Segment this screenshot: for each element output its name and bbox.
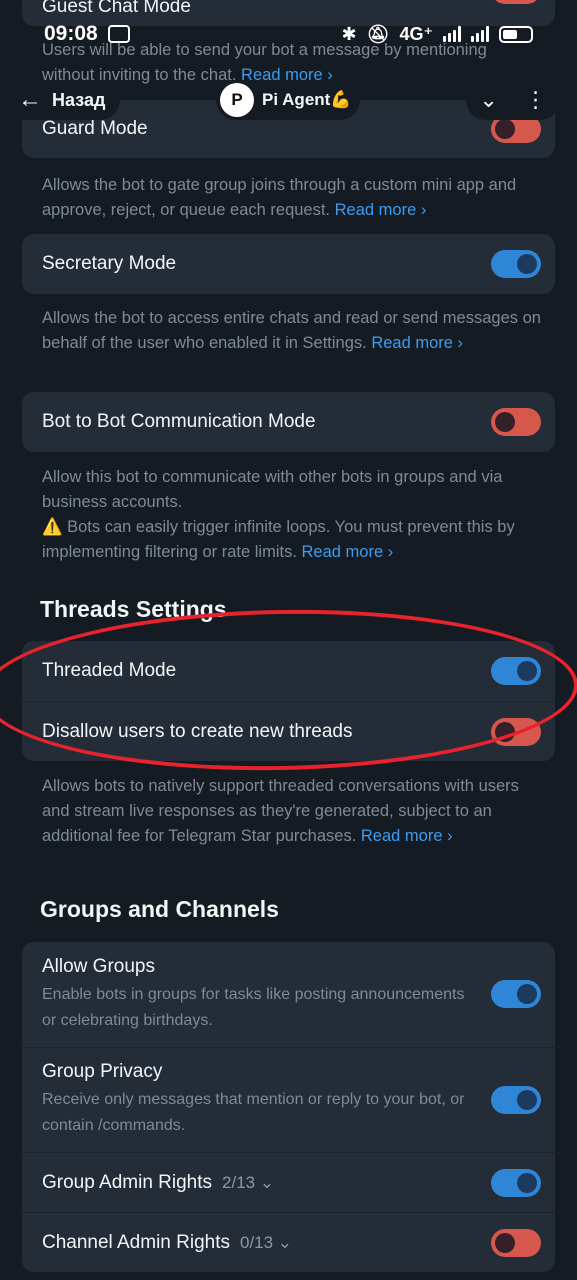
bot-to-bot-row[interactable]: Bot to Bot Communication Mode [22,392,555,452]
bot-title-pill[interactable]: P Pi Agent💪 [216,80,360,120]
status-bar: 09:08 ✱ 🔕︎ 4G⁺ [0,16,577,52]
bluetooth-icon: ✱ [341,23,357,44]
allow-groups-label: Allow Groups [42,955,155,977]
read-more-link[interactable]: Read more › [302,543,394,561]
group-admin-rights-count[interactable]: 2/13 ⌄ [222,1173,274,1193]
group-admin-rights-row[interactable]: Group Admin Rights 2/13 ⌄ [22,1152,555,1212]
battery-icon [499,25,533,43]
channel-admin-rights-toggle[interactable] [491,1229,541,1257]
channel-admin-rights-count[interactable]: 0/13 ⌄ [240,1233,292,1253]
groups-section-title: Groups and Channels [40,896,279,922]
allow-groups-toggle[interactable] [491,980,541,1008]
bot-to-bot-toggle[interactable] [491,408,541,436]
secretary-mode-label: Secretary Mode [42,253,177,274]
arrow-left-icon: ← [18,86,42,113]
allow-groups-sub: Enable bots in groups for tasks like pos… [42,985,465,1029]
signal-icon-2 [471,26,489,42]
threads-description: Allows bots to natively support threaded… [42,777,519,845]
signal-icon [443,26,461,42]
read-more-link[interactable]: Read more › [371,334,463,352]
notification-icon [107,25,130,43]
back-button[interactable]: ← Назад [8,80,120,120]
read-more-link[interactable]: Read more › [361,827,453,845]
group-privacy-sub: Receive only messages that mention or re… [42,1091,465,1134]
more-vert-icon[interactable]: ⋮ [525,87,547,113]
groups-card: Allow Groups Enable bots in groups for t… [22,942,555,1272]
secretary-mode-toggle[interactable] [491,250,541,278]
channel-admin-rights-row[interactable]: Channel Admin Rights 0/13 ⌄ [22,1212,555,1272]
group-privacy-row[interactable]: Group Privacy Receive only messages that… [22,1047,555,1152]
bot-logo-icon: P [220,83,254,117]
group-privacy-label: Group Privacy [42,1061,163,1082]
guard-mode-label: Guard Mode [42,118,148,139]
guest-chat-toggle[interactable] [491,0,541,4]
channel-admin-rights-label: Channel Admin Rights [42,1231,230,1253]
group-admin-rights-toggle[interactable] [491,1169,541,1197]
bot-to-bot-card: Bot to Bot Communication Mode [22,392,555,452]
bot-to-bot-label: Bot to Bot Communication Mode [42,411,316,432]
group-privacy-toggle[interactable] [491,1086,541,1114]
secretary-mode-row[interactable]: Secretary Mode [22,234,555,294]
bot-settings-screen: Guest Chat Mode Users will be able to se… [0,0,577,1280]
mute-icon: 🔕︎ [366,23,390,44]
guard-mode-description: Allows the bot to gate group joins throu… [42,176,517,219]
group-admin-rights-label: Group Admin Rights [42,1171,213,1193]
read-more-link[interactable]: Read more › [335,201,427,219]
warning-text: ⚠️ Bots can easily trigger infinite loop… [42,518,515,561]
status-time: 09:08 [44,22,98,45]
top-actions: ⌄ ⋮ [466,80,560,120]
bot-to-bot-description: Allow this bot to communicate with other… [42,468,515,561]
secretary-mode-description: Allows the bot to access entire chats an… [42,309,541,352]
network-label: 4G⁺ [399,23,433,44]
bot-name: Pi Agent💪 [262,90,352,109]
back-label: Назад [52,89,106,110]
secretary-mode-card: Secretary Mode [22,234,555,294]
chevron-down-icon[interactable]: ⌄ [479,87,497,113]
allow-groups-row[interactable]: Allow Groups Enable bots in groups for t… [22,942,555,1047]
